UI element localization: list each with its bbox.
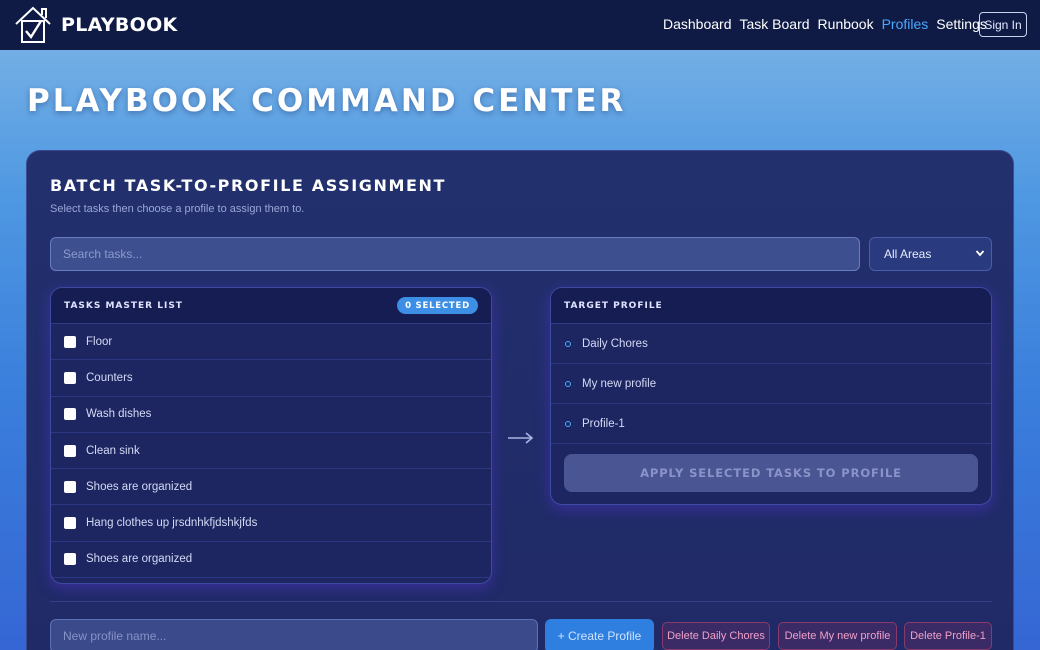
task-item[interactable]: Shoes are organized [51,469,491,506]
task-item[interactable]: Shoes are organized [51,542,491,579]
delete-profile-button[interactable]: Delete My new profile [778,622,897,650]
profile-option[interactable]: My new profile [551,364,991,404]
apply-selected-tasks-button[interactable]: APPLY SELECTED TASKS TO PROFILE [564,454,978,492]
search-tasks-input[interactable] [50,237,860,271]
page-title: PLAYBOOK COMMAND CENTER [27,83,627,119]
profile-label: My new profile [582,377,657,390]
profile-panel-header: TARGET PROFILE [551,288,991,324]
profile-label: Daily Chores [582,337,648,350]
sign-in-button[interactable]: Sign In [979,12,1027,37]
task-checkbox[interactable] [64,335,76,348]
area-filter-value: All Areas [884,247,932,261]
tasks-master-list-panel: TASKS MASTER LIST 0 SELECTED Floor Count… [50,287,492,584]
task-checkbox[interactable] [64,517,76,530]
card-title: BATCH TASK-TO-PROFILE ASSIGNMENT [50,176,447,195]
task-checkbox[interactable] [64,408,76,421]
house-check-icon [15,6,51,43]
profile-label: Profile-1 [582,417,625,430]
delete-profile-button[interactable]: Delete Daily Chores [662,622,770,650]
nav-link-dashboard[interactable]: Dashboard [663,16,732,32]
profile-panel-title: TARGET PROFILE [564,300,663,311]
task-label: Shoes are organized [86,480,193,493]
profile-option[interactable]: Profile-1 [551,404,991,444]
task-label: Wash dishes [86,408,152,421]
nav-link-profiles[interactable]: Profiles [882,16,929,32]
nav-links: Dashboard Task Board Runbook Profiles Se… [663,16,987,32]
tasks-panel-title: TASKS MASTER LIST [64,300,183,311]
profile-radio[interactable] [565,340,571,347]
area-filter-select[interactable]: All Areas [869,237,992,271]
task-checkbox[interactable] [64,444,76,457]
new-profile-name-input[interactable] [50,619,538,650]
card-subtitle: Select tasks then choose a profile to as… [50,203,305,215]
batch-assignment-card: BATCH TASK-TO-PROFILE ASSIGNMENT Select … [26,150,1014,650]
nav-link-task-board[interactable]: Task Board [740,16,810,32]
delete-profile-button[interactable]: Delete Profile-1 [904,622,992,650]
section-divider [50,601,992,602]
profile-option[interactable]: Daily Chores [551,324,991,364]
task-item[interactable]: Wash dishes [51,397,491,433]
task-checkbox[interactable] [64,553,76,566]
chevron-down-icon [975,250,985,257]
task-label: Clean sink [86,444,140,457]
task-item[interactable]: Floor [51,324,491,361]
nav-link-runbook[interactable]: Runbook [818,16,874,32]
brand-name: PLAYBOOK [61,14,178,36]
task-label: Floor [86,335,113,348]
task-label: Counters [86,371,133,384]
task-label: Shoes are organized [86,553,193,566]
task-item[interactable]: Counters [51,360,491,397]
task-checkbox[interactable] [64,371,76,384]
task-label: Hang clothes up jrsdnhkfjdshkjfds [86,517,258,530]
task-item[interactable]: Clean sink [51,433,491,470]
target-profile-panel: TARGET PROFILE Daily Chores My new profi… [550,287,992,505]
tasks-panel-header: TASKS MASTER LIST 0 SELECTED [51,288,491,324]
profile-radio[interactable] [565,420,571,427]
task-item[interactable]: Hang clothes up jrsdnhkfjdshkjfds [51,505,491,542]
profile-radio[interactable] [565,380,571,387]
top-navbar: PLAYBOOK Dashboard Task Board Runbook Pr… [0,0,1040,50]
brand[interactable]: PLAYBOOK [13,5,178,45]
arrow-right-icon [508,432,534,444]
create-profile-button[interactable]: + Create Profile [545,619,654,650]
selected-count-badge: 0 SELECTED [397,297,478,314]
task-checkbox[interactable] [64,480,76,493]
